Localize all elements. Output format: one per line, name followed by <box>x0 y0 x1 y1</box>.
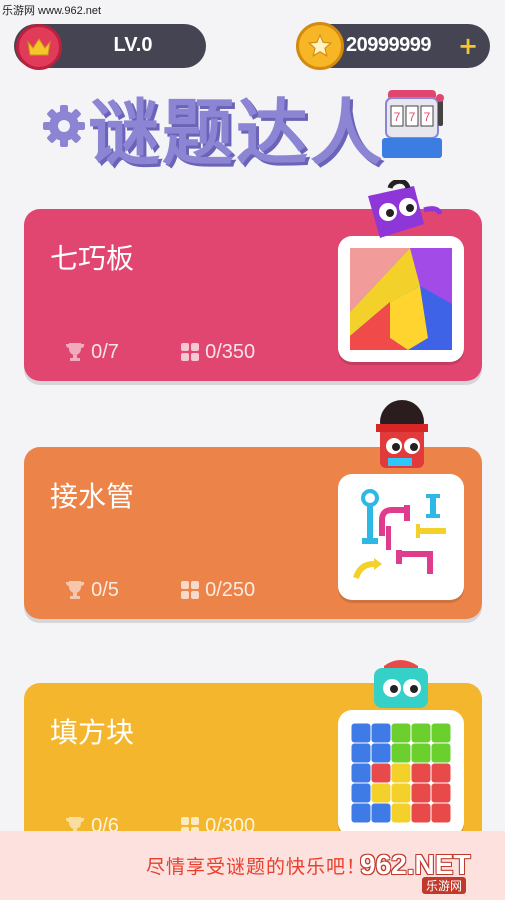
block-cell <box>431 803 451 823</box>
watermark-top: 乐游网 www.962.net <box>2 5 102 17</box>
block-cell <box>351 783 371 803</box>
trophy-stat: 0/5 <box>64 579 119 604</box>
banner-text: 尽情享受谜题的快乐吧！ <box>146 856 367 878</box>
block-cell <box>391 763 411 783</box>
levels-stat: 0/350 <box>180 341 255 366</box>
block-cell <box>371 763 391 783</box>
block-cell <box>411 803 431 823</box>
card-title: 七巧板 <box>50 242 135 275</box>
card-title: 填方块 <box>50 716 135 749</box>
block-cell <box>371 743 391 763</box>
block-cell <box>391 723 411 743</box>
block-cell <box>351 723 371 743</box>
gear-icon[interactable] <box>40 102 88 154</box>
tangram-thumbnail <box>338 236 464 362</box>
mascot-teal <box>366 656 436 716</box>
block-cell <box>431 743 451 763</box>
svg-text:7: 7 <box>394 110 401 124</box>
block-cell <box>351 803 371 823</box>
levels-stat: 0/250 <box>180 579 255 604</box>
coin-count: 20999999 <box>346 34 431 56</box>
block-cell <box>391 743 411 763</box>
svg-text:7: 7 <box>424 110 431 124</box>
slot-machine-icon[interactable]: 7 7 7 <box>382 86 444 164</box>
block-cell <box>411 723 431 743</box>
block-cell <box>411 763 431 783</box>
block-cell <box>431 723 451 743</box>
star-coin-icon <box>296 22 344 70</box>
block-cell <box>371 723 391 743</box>
block-cell <box>351 743 371 763</box>
block-cell <box>431 783 451 803</box>
grid-icon <box>180 342 200 366</box>
block-cell <box>391 783 411 803</box>
trophy-icon <box>64 342 86 366</box>
block-cell <box>371 783 391 803</box>
block-cell <box>411 743 431 763</box>
block-cell <box>431 763 451 783</box>
watermark-logo: 962.NET 乐游网 <box>360 849 500 894</box>
blocks-thumbnail <box>338 710 464 836</box>
add-coins-button[interactable]: + <box>458 32 478 60</box>
crown-icon <box>16 24 62 70</box>
card-title: 接水管 <box>50 480 135 513</box>
trophy-stat: 0/7 <box>64 341 119 366</box>
pipe-thumbnail <box>338 474 464 600</box>
grid-icon <box>180 580 200 604</box>
watermark-logo-sub: 乐游网 <box>422 877 467 894</box>
level-label: LV.0 <box>113 34 153 56</box>
svg-text:7: 7 <box>409 110 416 124</box>
block-cell <box>411 783 431 803</box>
block-cell <box>391 803 411 823</box>
block-cell <box>351 763 371 783</box>
trophy-icon <box>64 580 86 604</box>
block-cell <box>371 803 391 823</box>
mascot-red-afro <box>360 400 450 476</box>
app-title: 谜题达人 <box>88 91 385 175</box>
mascot-purple <box>362 178 452 254</box>
